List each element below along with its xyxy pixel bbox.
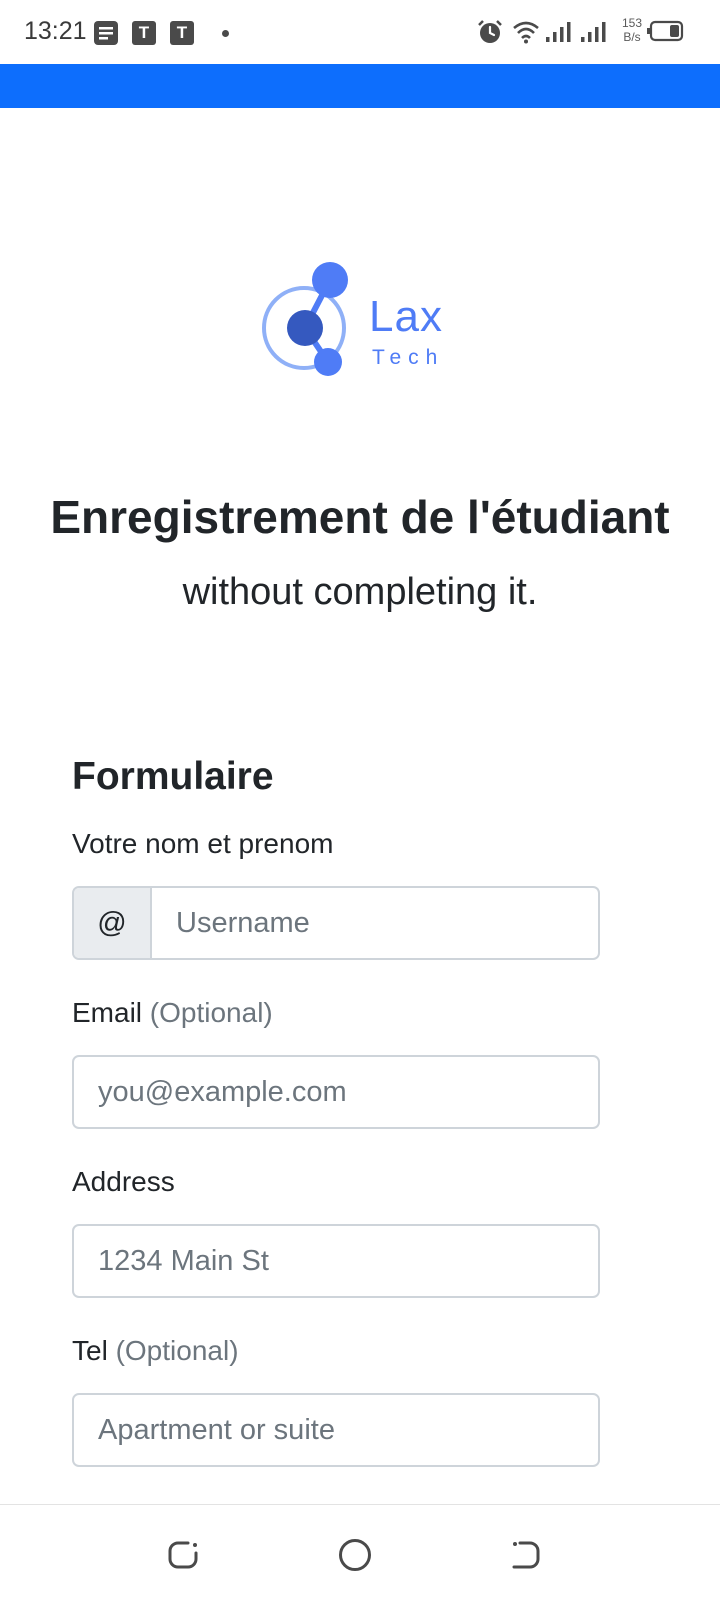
logo-text-lax: Lax: [369, 292, 443, 341]
signal-icon: [580, 20, 610, 44]
email-label: Email (Optional): [72, 997, 273, 1029]
more-notifications-dot: [222, 30, 229, 37]
recent-apps-icon[interactable]: [164, 1535, 204, 1575]
network-speed-unit: B/s: [623, 30, 641, 44]
status-bar: 13:21 T T 153 B/s: [0, 0, 720, 64]
molecule-icon: [262, 262, 348, 376]
network-speed: 153 B/s: [622, 16, 642, 44]
notes-icon: [94, 21, 118, 45]
signal-icon: [545, 20, 575, 44]
home-icon[interactable]: [335, 1535, 375, 1575]
status-time: 13:21: [24, 17, 87, 45]
address-input-group: [72, 1224, 600, 1298]
page-subtitle: without completing it.: [182, 571, 538, 613]
username-input[interactable]: [152, 888, 598, 958]
page-title: Enregistrement de l'étudiant: [50, 491, 670, 543]
username-label: Votre nom et prenom: [72, 828, 333, 860]
username-input-group: @: [72, 886, 600, 960]
system-navigation-bar: [0, 1504, 720, 1600]
email-label-text: Email: [72, 997, 143, 1028]
wifi-icon: [512, 20, 540, 44]
at-sign-addon: @: [74, 888, 152, 958]
t-app-icon: T: [170, 21, 194, 45]
email-optional-hint: (Optional): [149, 997, 273, 1028]
battery-icon: [646, 20, 684, 42]
email-input-group: [72, 1055, 600, 1129]
form-heading: Formulaire: [72, 755, 274, 798]
tel-label-text: Tel: [72, 1335, 108, 1366]
tel-optional-hint: (Optional): [115, 1335, 239, 1366]
alarm-icon: [477, 19, 503, 45]
tel-label: Tel (Optional): [72, 1335, 239, 1367]
laxtech-logo: Lax Tech: [262, 262, 462, 382]
network-speed-value: 153: [622, 16, 643, 30]
tel-input-group: [72, 1393, 600, 1467]
logo-text-tech: Tech: [372, 346, 445, 369]
top-navbar: [0, 64, 720, 108]
address-input[interactable]: [74, 1226, 598, 1296]
username-label-text: Votre nom et prenom: [72, 828, 334, 859]
tel-input[interactable]: [74, 1395, 598, 1465]
t-app-icon: T: [132, 21, 156, 45]
address-label-text: Address: [72, 1166, 175, 1197]
address-label: Address: [72, 1166, 175, 1198]
email-input[interactable]: [74, 1057, 598, 1127]
back-icon[interactable]: [506, 1535, 546, 1575]
